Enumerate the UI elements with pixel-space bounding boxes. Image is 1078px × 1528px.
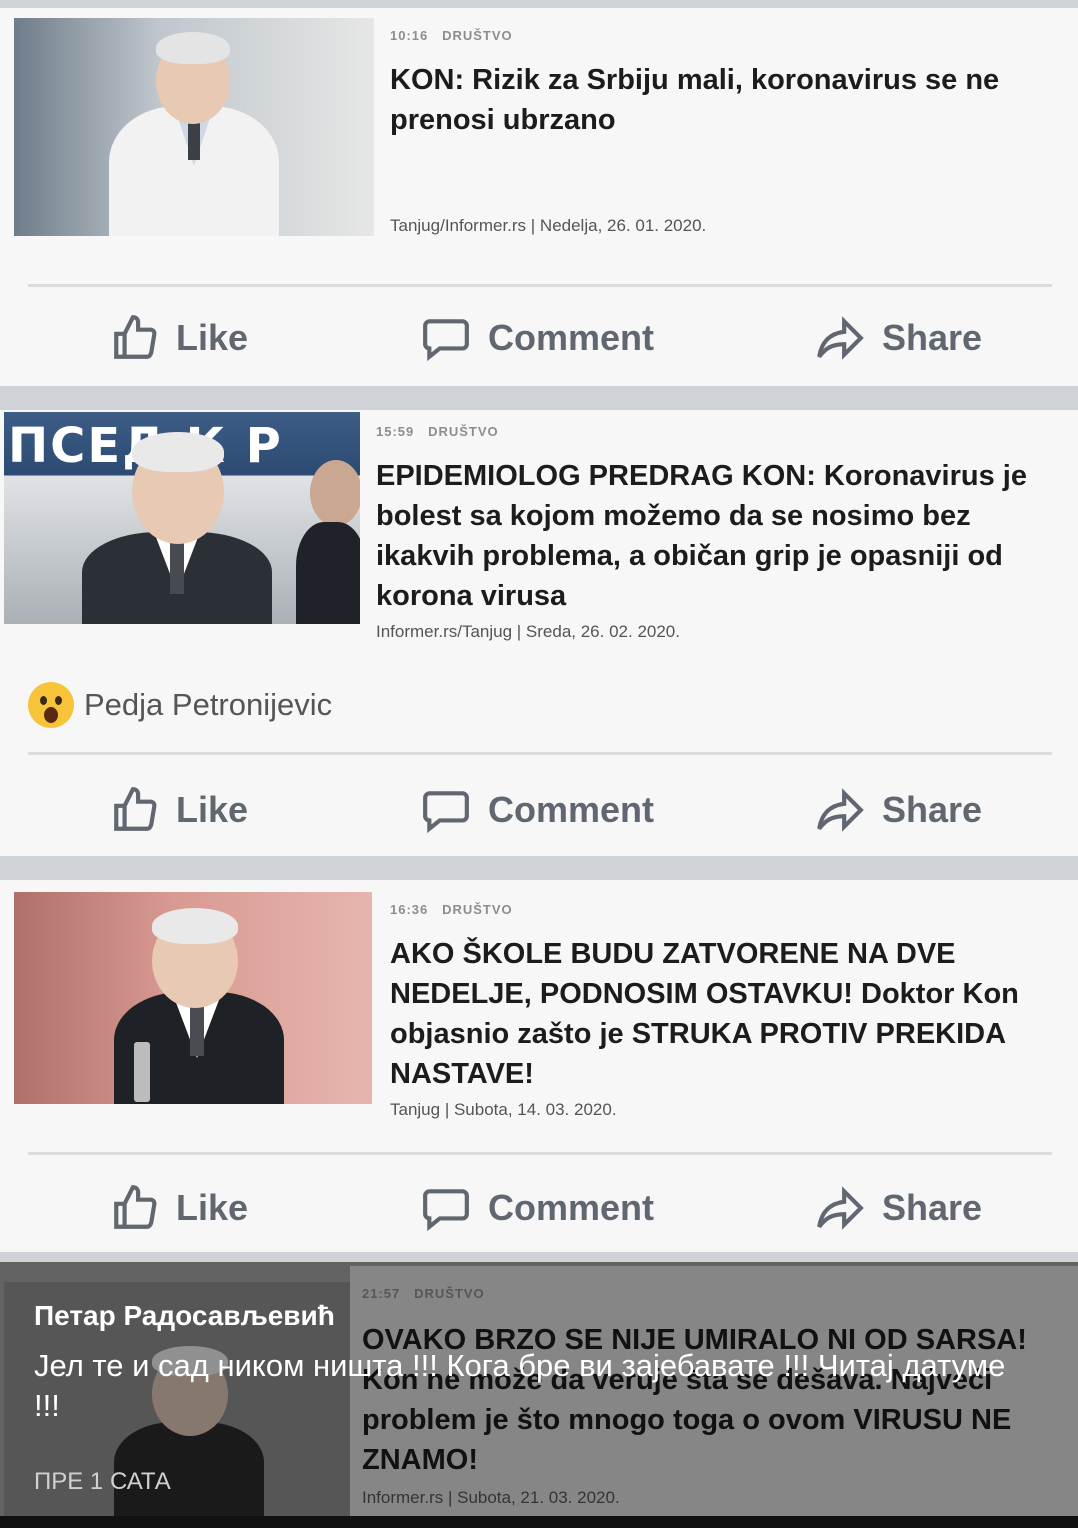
like-button[interactable]: Like [110,780,248,840]
post-category: DRUŠTVO [442,902,513,917]
comment-label: Comment [488,1187,655,1228]
comment-icon [423,1189,469,1232]
share-button[interactable]: Share [814,308,982,368]
story-timestamp: ПРЕ 1 САТА [34,1468,171,1495]
post-actions: Like Comment Share [0,1178,1078,1238]
post-headline[interactable]: EPIDEMIOLOG PREDRAG KON: Koronavirus je … [376,456,1068,616]
post-card: ПСЕД К Р 15:59 DRUŠTVO EPIDEMIOLOG PREDR… [0,410,1078,856]
thumbs-up-icon [114,1185,157,1229]
reaction-row[interactable]: Pedja Petronijevic [28,682,332,728]
share-label: Share [882,317,983,358]
comment-icon [423,319,469,362]
post-meta: 10:16 DRUŠTVO [390,28,513,43]
bottom-bar [0,1516,1078,1528]
post-source: Tanjug | Subota, 14. 03. 2020. [390,1100,617,1119]
post-card: 16:36 DRUŠTVO AKO ŠKOLE BUDU ZATVORENE N… [0,880,1078,1252]
comment-label: Comment [488,789,655,830]
wow-reaction-icon [28,682,74,728]
post-thumbnail[interactable]: ПСЕД К Р [4,412,360,624]
post-category: DRUŠTVO [442,28,513,43]
post-time: 10:16 [390,28,429,43]
share-label: Share [882,1187,983,1228]
post-thumbnail[interactable] [14,892,372,1104]
share-button[interactable]: Share [814,1178,982,1238]
comment-button[interactable]: Comment [420,308,654,368]
like-button[interactable]: Like [110,308,248,368]
post-source: Tanjug/Informer.rs | Nedelja, 26. 01. 20… [390,216,707,235]
share-label: Share [882,789,983,830]
thumbs-up-icon [114,787,157,831]
comment-button[interactable]: Comment [420,1178,654,1238]
divider [28,1152,1052,1155]
post-meta: 15:59 DRUŠTVO [376,424,499,439]
comment-button[interactable]: Comment [420,780,654,840]
comment-icon [423,791,469,834]
share-icon [817,316,864,360]
post-source: Informer.rs/Tanjug | Sreda, 26. 02. 2020… [376,622,680,641]
story-caption: Јел те и сад ником ништа !!! Кога бре ви… [34,1348,1006,1423]
post-headline[interactable]: AKO ŠKOLE BUDU ZATVORENE NA DVE NEDELJE,… [390,934,1070,1094]
divider [28,284,1052,287]
like-label: Like [176,1187,249,1228]
like-label: Like [176,317,249,358]
share-icon [817,1186,864,1230]
post-time: 15:59 [376,424,415,439]
share-icon [817,788,864,832]
comment-label: Comment [488,317,655,358]
like-label: Like [176,789,249,830]
post-headline[interactable]: KON: Rizik za Srbiju mali, koronavirus s… [390,60,1060,140]
post-actions: Like Comment Share [0,780,1078,840]
post-actions: Like Comment Share [0,308,1078,368]
post-thumbnail[interactable] [14,18,374,236]
post-category: DRUŠTVO [428,424,499,439]
share-button[interactable]: Share [814,780,982,840]
like-button[interactable]: Like [110,1178,248,1238]
thumbs-up-icon [114,315,157,359]
divider [28,752,1052,755]
post-meta: 16:36 DRUŠTVO [390,902,513,917]
post-card: 10:16 DRUŠTVO KON: Rizik za Srbiju mali,… [0,8,1078,386]
story-author[interactable]: Петар Радосављевић [34,1300,335,1332]
reactor-name: Pedja Petronijevic [84,687,333,722]
post-time: 16:36 [390,902,429,917]
